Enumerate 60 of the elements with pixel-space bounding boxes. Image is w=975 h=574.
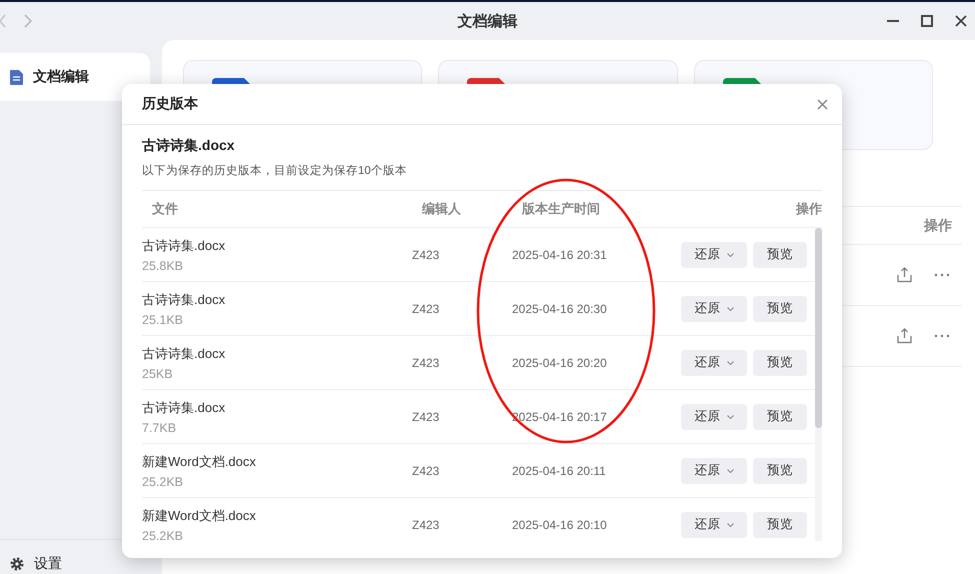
file-name: 新建Word文档.docx xyxy=(142,452,257,470)
preview-button[interactable]: 预览 xyxy=(753,350,807,376)
editor-name: Z423 xyxy=(412,410,440,424)
preview-button[interactable]: 预览 xyxy=(753,458,807,484)
window-title: 文档编辑 xyxy=(458,12,518,30)
file-size: 25.2KB xyxy=(142,528,184,541)
column-header: 版本生产时间 xyxy=(520,200,601,218)
restore-button[interactable]: 还原 xyxy=(681,350,747,376)
file-name: 新建Word文档.docx xyxy=(142,506,257,524)
file-name: 古诗诗集.docx xyxy=(142,236,226,254)
preview-button[interactable]: 预览 xyxy=(753,296,807,322)
file-size: 25.1KB xyxy=(142,312,184,326)
file-name: 古诗诗集.docx xyxy=(142,344,226,362)
file-size: 25.2KB xyxy=(142,474,184,488)
caret-icon xyxy=(726,468,734,472)
column-header: 操作 xyxy=(924,216,952,234)
column-header: 文件 xyxy=(151,200,179,218)
file-size: 25.8KB xyxy=(142,258,184,272)
restore-button[interactable]: 还原 xyxy=(681,458,747,484)
version-time: 2025-04-16 20:20 xyxy=(512,356,608,370)
more-icon[interactable] xyxy=(934,273,950,277)
version-time: 2025-04-16 20:10 xyxy=(512,518,608,532)
file-name: 古诗诗集.docx xyxy=(142,398,226,416)
preview-button[interactable]: 预览 xyxy=(753,512,807,538)
caret-icon xyxy=(726,252,734,256)
version-time: 2025-04-16 20:30 xyxy=(512,302,608,316)
caret-icon xyxy=(726,414,734,418)
editor-name: Z423 xyxy=(412,518,440,532)
preview-button[interactable]: 预览 xyxy=(753,404,807,430)
settings-icon xyxy=(10,557,24,571)
version-time: 2025-04-16 20:31 xyxy=(512,248,608,262)
restore-button[interactable]: 还原 xyxy=(681,296,747,322)
editor-name: Z423 xyxy=(412,464,440,478)
caret-icon xyxy=(726,306,734,310)
editor-name: Z423 xyxy=(412,248,440,262)
scrollbar[interactable] xyxy=(815,228,822,541)
description-text: 以下为保存的历史版本，目前设定为保存10个版本 xyxy=(142,163,822,191)
close-icon xyxy=(817,98,828,110)
restore-button[interactable]: 还原 xyxy=(681,242,747,268)
caret-icon xyxy=(726,360,734,364)
file-size: 25KB xyxy=(142,366,174,380)
share-icon[interactable] xyxy=(897,267,912,283)
restore-button[interactable]: 还原 xyxy=(681,512,747,538)
more-icon[interactable] xyxy=(934,334,950,338)
column-header: 操作 xyxy=(794,200,822,218)
editor-name: Z423 xyxy=(412,356,440,370)
document-icon xyxy=(10,70,23,84)
close-icon[interactable] xyxy=(955,15,967,27)
editor-name: Z423 xyxy=(412,302,440,316)
file-name: 古诗诗集.docx xyxy=(142,137,236,155)
close-button[interactable] xyxy=(815,96,830,112)
file-name: 古诗诗集.docx xyxy=(142,290,226,308)
column-header: 编辑人 xyxy=(420,200,462,218)
restore-button[interactable]: 还原 xyxy=(681,404,747,430)
caret-icon xyxy=(726,522,734,526)
file-size: 7.7KB xyxy=(142,420,178,434)
preview-button[interactable]: 预览 xyxy=(753,242,807,268)
share-icon[interactable] xyxy=(897,328,912,344)
version-time: 2025-04-16 20:11 xyxy=(512,464,607,478)
maximize-icon[interactable] xyxy=(921,15,933,27)
